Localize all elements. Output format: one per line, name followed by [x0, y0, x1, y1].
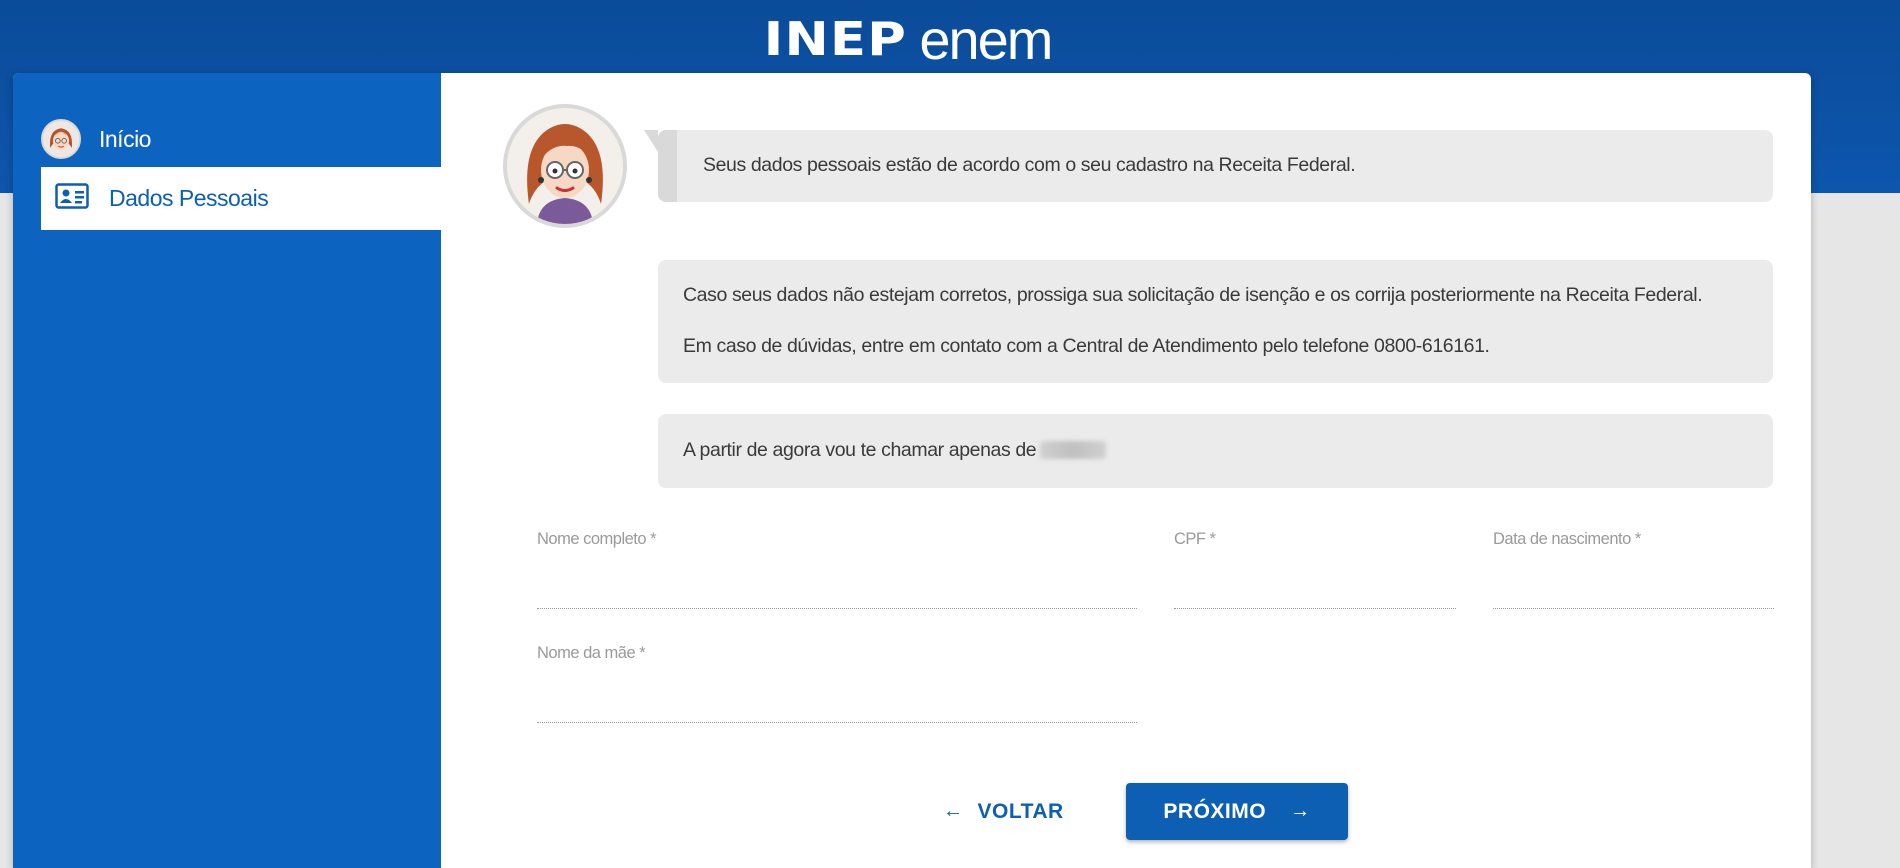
sidebar: Início Dados Pessoais [13, 73, 441, 868]
chat-bubble-receita: Seus dados pessoais estão de acordo com … [644, 130, 1773, 202]
sidebar-item-dados-pessoais[interactable]: Dados Pessoais [41, 167, 441, 230]
cpf-input[interactable] [1174, 579, 1456, 609]
field-label: Nome completo * [537, 530, 657, 548]
next-button[interactable]: PRÓXIMO → [1126, 783, 1348, 840]
message-text: Em caso de dúvidas, entre em contato com… [683, 335, 1490, 357]
chat-bubble-instructions: Caso seus dados não estejam corretos, pr… [658, 260, 1773, 383]
main-card: Início Dados Pessoais Seus dados pessoai… [13, 73, 1811, 868]
arrow-left-icon: ← [943, 800, 964, 822]
field-label: Data de nascimento * [1493, 530, 1641, 548]
inep-logo-text: INEP [763, 12, 907, 66]
next-button-label: PRÓXIMO [1163, 799, 1267, 823]
blurred-nickname [1040, 441, 1107, 459]
data-nascimento-field: Data de nascimento * [1493, 530, 1774, 609]
chat-bubble-nickname: A partir de agora vou te chamar apenas d… [658, 414, 1773, 488]
assistant-avatar-icon [507, 108, 623, 224]
back-button-label: VOLTAR [977, 799, 1064, 823]
nome-mae-input[interactable] [537, 693, 1137, 723]
logo: INEP enem [0, 8, 1824, 71]
avatar-icon [41, 119, 81, 159]
sidebar-item-label: Dados Pessoais [109, 185, 269, 211]
back-button[interactable]: ← VOLTAR [943, 783, 1083, 840]
cpf-field: CPF * [1174, 530, 1456, 609]
nome-mae-field: Nome da mãe * [537, 644, 1137, 723]
sidebar-item-inicio[interactable]: Início [41, 117, 151, 161]
arrow-right-icon: → [1290, 800, 1311, 822]
field-label: CPF * [1174, 530, 1216, 548]
assistant-avatar [503, 104, 627, 228]
data-nascimento-input[interactable] [1493, 579, 1774, 609]
sidebar-item-label: Início [99, 125, 151, 152]
message-text: Seus dados pessoais estão de acordo com … [703, 154, 1356, 176]
nome-completo-field: Nome completo * [537, 530, 1137, 609]
field-label: Nome da mãe * [537, 644, 646, 662]
content-area: Seus dados pessoais estão de acordo com … [441, 73, 1811, 868]
message-text: Caso seus dados não estejam corretos, pr… [683, 284, 1703, 306]
message-text: A partir de agora vou te chamar apenas d… [683, 439, 1037, 461]
id-card-icon [55, 183, 89, 214]
nome-completo-input[interactable] [537, 579, 1137, 609]
enem-logo-text: enem [919, 7, 1053, 71]
